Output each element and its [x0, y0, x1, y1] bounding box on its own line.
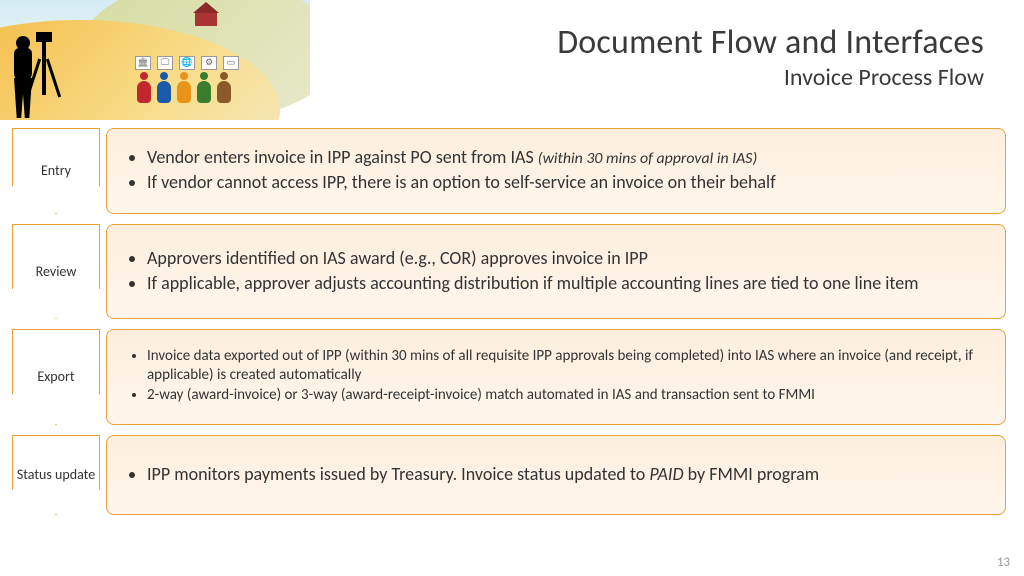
slide-title-block: Document Flow and Interfaces Invoice Pro…	[557, 22, 984, 92]
bullet: Vendor enters invoice in IPP against PO …	[147, 146, 987, 169]
step-content-status: IPP monitors payments issued by Treasury…	[106, 435, 1006, 515]
step-label: Export	[33, 369, 78, 384]
step-content-review: Approvers identified on IAS award (e.g.,…	[106, 224, 1006, 319]
bullet: If vendor cannot access IPP, there is an…	[147, 171, 987, 194]
gear-icon: ⚙	[201, 56, 217, 70]
chevron-entry: Entry	[12, 128, 100, 214]
step-export: Export Invoice data exported out of IPP …	[12, 329, 1006, 425]
step-status-update: Status update IPP monitors payments issu…	[12, 435, 1006, 515]
header-illustration: 🏛 🖵 🌐 ⚙ ▭	[0, 0, 310, 120]
monitor-icon: 🖵	[157, 56, 173, 70]
chevron-status: Status update	[12, 435, 100, 515]
step-content-export: Invoice data exported out of IPP (within…	[106, 329, 1006, 425]
bullet: Approvers identified on IAS award (e.g.,…	[147, 247, 987, 270]
step-label: Entry	[37, 163, 75, 178]
slide-title: Document Flow and Interfaces	[557, 22, 984, 63]
step-label: Status update	[13, 467, 99, 482]
step-entry: Entry Vendor enters invoice in IPP again…	[12, 128, 1006, 214]
bullet: 2-way (award-invoice) or 3-way (award-re…	[147, 386, 987, 405]
building-icon: 🏛	[135, 56, 151, 70]
process-flow: Entry Vendor enters invoice in IPP again…	[12, 128, 1006, 525]
chevron-export: Export	[12, 329, 100, 425]
bullet: If applicable, approver adjusts accounti…	[147, 272, 987, 295]
barn-icon	[195, 12, 217, 26]
folder-icon: ▭	[223, 56, 239, 70]
step-review: Review Approvers identified on IAS award…	[12, 224, 1006, 319]
slide-subtitle: Invoice Process Flow	[557, 63, 984, 92]
bullet: IPP monitors payments issued by Treasury…	[147, 463, 987, 486]
step-content-entry: Vendor enters invoice in IPP against PO …	[106, 128, 1006, 214]
mini-icon-row: 🏛 🖵 🌐 ⚙ ▭	[135, 56, 239, 70]
people-icons	[135, 72, 233, 106]
page-number: 13	[997, 555, 1010, 570]
chevron-review: Review	[12, 224, 100, 319]
globe-icon: 🌐	[179, 56, 195, 70]
step-label: Review	[32, 264, 81, 279]
bullet: Invoice data exported out of IPP (within…	[147, 347, 987, 385]
